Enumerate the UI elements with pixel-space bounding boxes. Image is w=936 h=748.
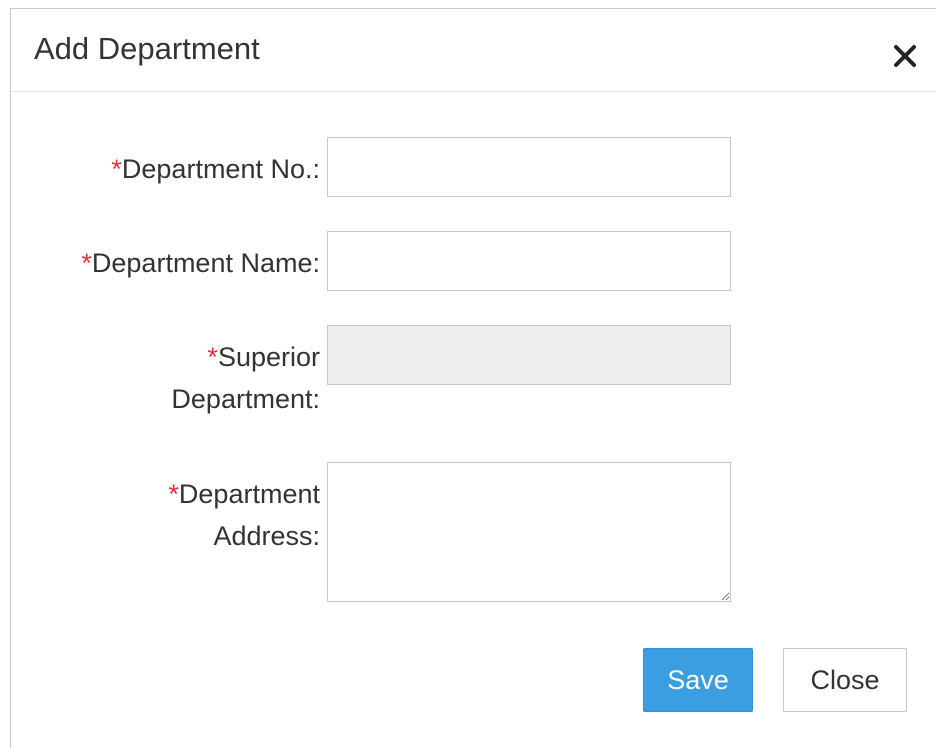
department-no-input[interactable] [327, 137, 731, 197]
department-address-textarea[interactable] [327, 462, 731, 602]
required-mark: * [111, 154, 122, 184]
close-icon[interactable] [891, 42, 919, 70]
close-button[interactable]: Close [783, 648, 907, 712]
superior-department-field[interactable] [327, 325, 731, 385]
department-no-label: *Department No.: [111, 154, 320, 184]
required-mark: * [168, 479, 179, 509]
dialog-title: Add Department [34, 31, 260, 66]
superior-department-label: *Superior Department: [171, 342, 320, 414]
save-button[interactable]: Save [643, 648, 753, 712]
required-mark: * [81, 248, 92, 278]
department-name-input[interactable] [327, 231, 731, 291]
department-address-label: *Department Address: [168, 479, 320, 551]
required-mark: * [207, 342, 218, 372]
dialog-header: Add Department [11, 9, 936, 92]
add-department-dialog: Add Department *Department No.: *Departm… [10, 8, 936, 748]
department-name-label: *Department Name: [81, 248, 320, 278]
